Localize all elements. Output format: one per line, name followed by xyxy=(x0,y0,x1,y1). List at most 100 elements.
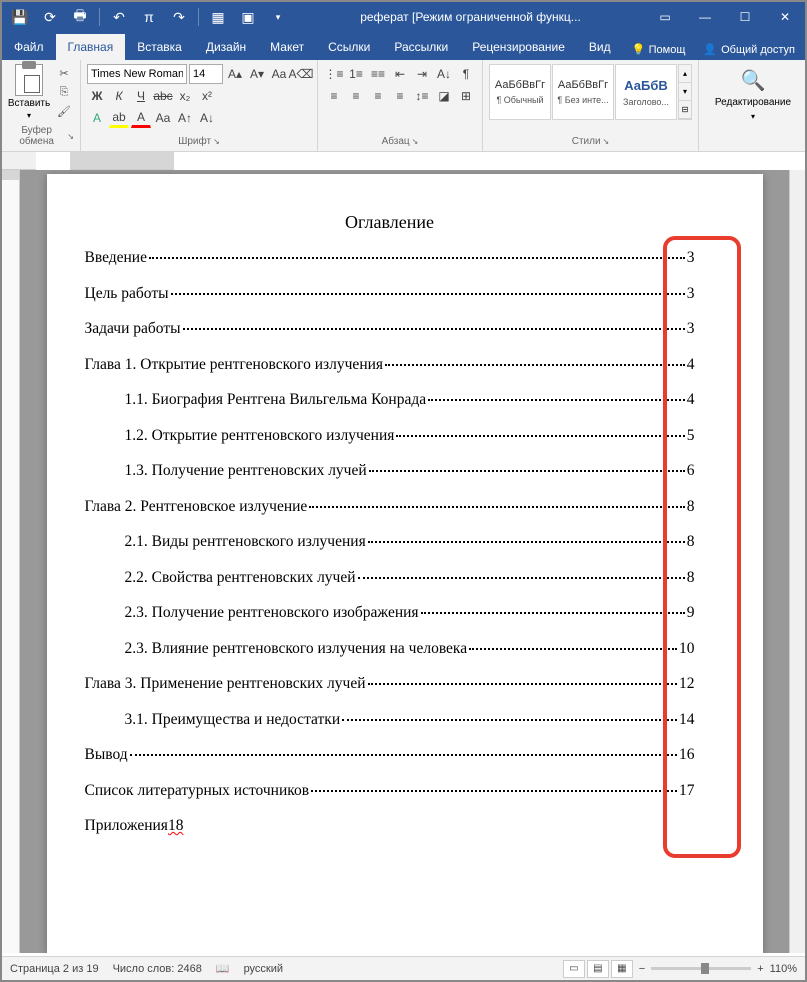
align-right-button[interactable]: ≡ xyxy=(368,86,388,106)
toc-entry[interactable]: Вывод 16 xyxy=(85,746,695,764)
increase-indent-button[interactable]: ⇥ xyxy=(412,64,432,84)
toc-entry[interactable]: 2.1. Виды рентгеновского излучения 8 xyxy=(85,533,695,551)
page-indicator[interactable]: Страница 2 из 19 xyxy=(10,963,99,975)
zoom-out-button[interactable]: − xyxy=(639,963,645,975)
tab-file[interactable]: Файл xyxy=(2,34,56,60)
bullets-button[interactable]: ⋮≡ xyxy=(324,64,344,84)
zoom-slider[interactable] xyxy=(651,967,751,970)
char-scale-button[interactable]: Aa xyxy=(153,108,173,128)
underline-button[interactable]: Ч xyxy=(131,86,151,106)
format-painter-button[interactable]: 🖌 xyxy=(54,102,74,120)
font-color-button[interactable]: A xyxy=(131,108,151,128)
align-center-button[interactable]: ≡ xyxy=(346,86,366,106)
show-marks-button[interactable]: ¶ xyxy=(456,64,476,84)
read-mode-button[interactable]: ▭ xyxy=(563,960,585,978)
spell-check-icon[interactable]: 📖 xyxy=(216,962,230,975)
print-layout-button[interactable]: ▤ xyxy=(587,960,609,978)
enlarge-button[interactable]: A↑ xyxy=(175,108,195,128)
language-indicator[interactable]: русский xyxy=(244,963,283,975)
toc-entry[interactable]: Введение 3 xyxy=(85,249,695,267)
undo-button[interactable]: ↶ xyxy=(105,3,133,31)
justify-button[interactable]: ≡ xyxy=(390,86,410,106)
font-launcher[interactable]: ↘ xyxy=(213,137,220,146)
style-normal[interactable]: АаБбВвГг¶ Обычный xyxy=(489,64,551,120)
tab-references[interactable]: Ссылки xyxy=(316,34,382,60)
tab-mailings[interactable]: Рассылки xyxy=(382,34,460,60)
web-layout-button[interactable]: ▦ xyxy=(611,960,633,978)
font-size-select[interactable] xyxy=(189,64,223,84)
toc-entry[interactable]: 2.3. Получение рентгеновского изображени… xyxy=(85,604,695,622)
toc-entry[interactable]: 3.1. Преимущества и недостатки 14 xyxy=(85,711,695,729)
tab-layout[interactable]: Макет xyxy=(258,34,316,60)
document-canvas[interactable]: Оглавление Введение 3Цель работы 3Задачи… xyxy=(20,170,789,953)
toc-entry[interactable]: 2.3. Влияние рентгеновского излучения на… xyxy=(85,640,695,658)
numbering-button[interactable]: 1≡ xyxy=(346,64,366,84)
paste-button[interactable]: Вставить ▾ xyxy=(8,62,50,120)
bold-button[interactable]: Ж xyxy=(87,86,107,106)
tell-me[interactable]: 💡 Помощ xyxy=(624,39,694,60)
copy-button[interactable]: ⎘ xyxy=(54,83,74,101)
subscript-button[interactable]: x₂ xyxy=(175,86,195,106)
text-effects-button[interactable]: A xyxy=(87,108,107,128)
share-button[interactable]: 👤 Общий доступ xyxy=(693,39,805,60)
shading-button[interactable]: ◪ xyxy=(434,86,454,106)
toc-entry[interactable]: Задачи работы 3 xyxy=(85,320,695,338)
toc-entry[interactable]: Глава 3. Применение рентгеновских лучей … xyxy=(85,675,695,693)
multilevel-button[interactable]: ≡≡ xyxy=(368,64,388,84)
toc-entry[interactable]: Глава 1. Открытие рентгеновского излучен… xyxy=(85,356,695,374)
picture-button[interactable]: ▣ xyxy=(234,3,262,31)
toc-entry[interactable]: Список литературных источников 17 xyxy=(85,782,695,800)
shrink-font-button[interactable]: A▾ xyxy=(247,64,267,84)
shrink-button[interactable]: A↓ xyxy=(197,108,217,128)
tab-home[interactable]: Главная xyxy=(56,34,126,60)
toc-entry-last[interactable]: Приложения18 xyxy=(85,817,695,835)
tab-insert[interactable]: Вставка xyxy=(125,34,194,60)
font-name-select[interactable] xyxy=(87,64,187,84)
borders-button[interactable]: ⊞ xyxy=(456,86,476,106)
change-case-button[interactable]: Aa xyxy=(269,64,289,84)
close-button[interactable]: ✕ xyxy=(765,2,805,32)
tab-design[interactable]: Дизайн xyxy=(194,34,258,60)
table-button[interactable]: ▦ xyxy=(204,3,232,31)
word-count[interactable]: Число слов: 2468 xyxy=(113,963,202,975)
highlight-button[interactable]: ab xyxy=(109,108,129,128)
zoom-level[interactable]: 110% xyxy=(770,963,797,975)
maximize-button[interactable]: ☐ xyxy=(725,2,765,32)
editing-button[interactable]: 🔍 Редактирование ▾ xyxy=(705,62,801,121)
italic-button[interactable]: К xyxy=(109,86,129,106)
toc-entry[interactable]: Глава 2. Рентгеновское излучение 8 xyxy=(85,498,695,516)
sort-button[interactable]: A↓ xyxy=(434,64,454,84)
strikethrough-button[interactable]: abc xyxy=(153,86,173,106)
line-spacing-button[interactable]: ↕≡ xyxy=(412,86,432,106)
decrease-indent-button[interactable]: ⇤ xyxy=(390,64,410,84)
horizontal-ruler[interactable] xyxy=(70,152,174,170)
tab-view[interactable]: Вид xyxy=(577,34,623,60)
minimize-button[interactable]: — xyxy=(685,2,725,32)
ribbon-display-button[interactable]: ▭ xyxy=(645,2,685,32)
toc-entry[interactable]: 1.1. Биография Рентгена Вильгельма Конра… xyxy=(85,391,695,409)
equation-button[interactable]: π xyxy=(135,3,163,31)
styles-more[interactable]: ▴▾⊟ xyxy=(678,64,692,120)
vertical-ruler[interactable] xyxy=(2,170,20,953)
align-left-button[interactable]: ≡ xyxy=(324,86,344,106)
toc-entry[interactable]: 1.3. Получение рентгеновских лучей 6 xyxy=(85,462,695,480)
style-no-spacing[interactable]: АаБбВвГг¶ Без инте... xyxy=(552,64,614,120)
tab-review[interactable]: Рецензирование xyxy=(460,34,577,60)
save-button[interactable]: 💾 xyxy=(6,3,34,31)
redo-button[interactable]: ↷ xyxy=(165,3,193,31)
toc-entry[interactable]: Цель работы 3 xyxy=(85,285,695,303)
style-heading1[interactable]: АаБбВЗаголово... xyxy=(615,64,677,120)
para-launcher[interactable]: ↘ xyxy=(412,137,419,146)
clipboard-launcher[interactable]: ↘ xyxy=(67,132,74,141)
cut-button[interactable]: ✂ xyxy=(54,64,74,82)
grow-font-button[interactable]: A▴ xyxy=(225,64,245,84)
qat-dropdown[interactable]: ▾ xyxy=(264,3,292,31)
document-page[interactable]: Оглавление Введение 3Цель работы 3Задачи… xyxy=(47,174,763,953)
sync-button[interactable]: ⟳ xyxy=(36,3,64,31)
vertical-scrollbar[interactable] xyxy=(789,170,805,953)
superscript-button[interactable]: x² xyxy=(197,86,217,106)
toc-entry[interactable]: 1.2. Открытие рентгеновского излучения 5 xyxy=(85,427,695,445)
toc-entry[interactable]: 2.2. Свойства рентгеновских лучей 8 xyxy=(85,569,695,587)
styles-launcher[interactable]: ↘ xyxy=(603,137,610,146)
zoom-in-button[interactable]: + xyxy=(757,963,763,975)
